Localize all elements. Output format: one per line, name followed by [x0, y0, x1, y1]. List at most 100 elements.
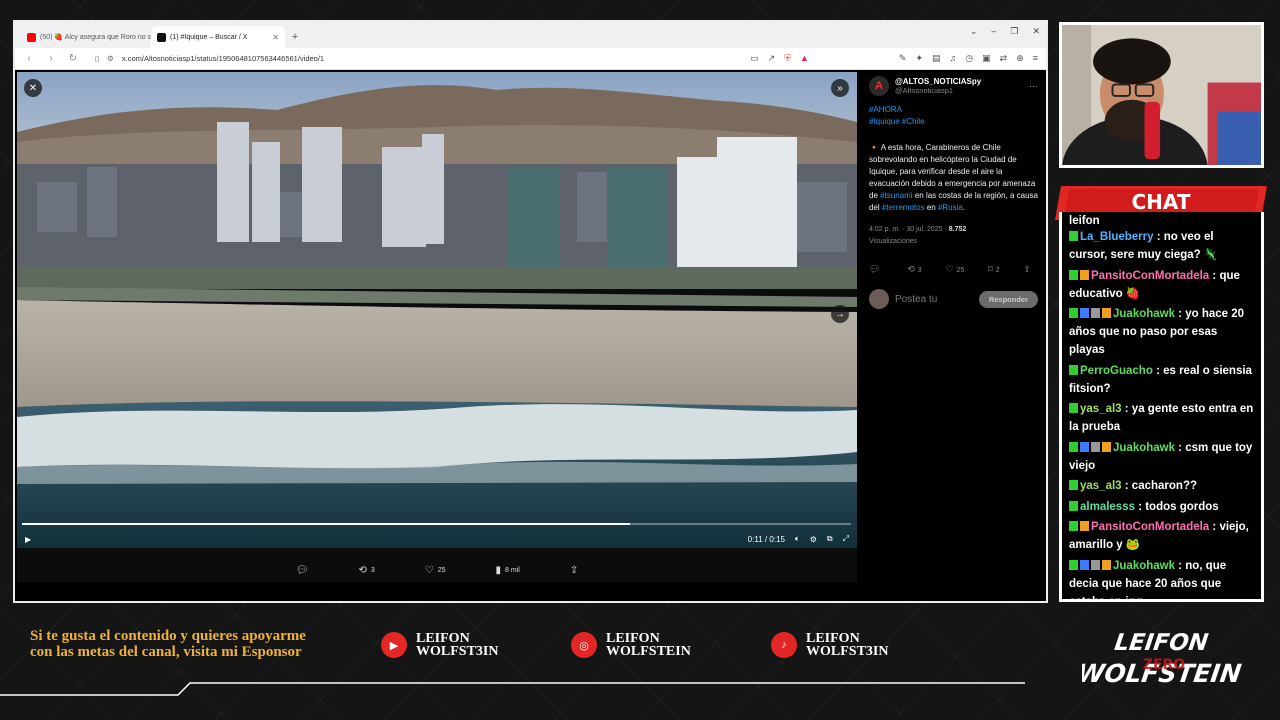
- retweet-button[interactable]: ⟲ 3: [907, 264, 921, 275]
- hashtag-link[interactable]: #Rusia: [938, 203, 963, 212]
- url-field[interactable]: ▯ ⚙ x.com/Altosnoticiasp1/status/1950648…: [89, 51, 740, 67]
- chat-badge-icon: [1080, 521, 1089, 531]
- chat-badge-icon: [1069, 521, 1078, 531]
- video-player[interactable]: ✕ » → ▶ 0:11 / 0:15 🔈︎ ⚙ ⧉ ⤢ 💬︎ ⟲ 3 ♡ 25…: [17, 72, 857, 582]
- menu-icon[interactable]: ≡: [1033, 53, 1038, 64]
- forward-icon[interactable]: ›: [45, 53, 57, 64]
- tweet-meta: 4:02 p. m. · 30 jul. 2025 · 8.752 Visual…: [869, 224, 1038, 248]
- bookmark-button[interactable]: ⌑ 2: [988, 264, 1000, 275]
- extension-icon[interactable]: ✦: [915, 53, 923, 64]
- tab-close-icon[interactable]: ✕: [272, 33, 279, 42]
- author-name[interactable]: @ALTOS_NOTICIASpy: [895, 77, 981, 86]
- chat-username[interactable]: PerroGuacho: [1080, 365, 1153, 377]
- cast-icon[interactable]: ▭: [750, 53, 759, 64]
- tweet-text-part: en: [924, 203, 938, 212]
- video-progress-bar[interactable]: [22, 523, 851, 525]
- chat-badge-icon: [1080, 559, 1089, 570]
- bookmark-icon[interactable]: ▯: [95, 54, 99, 63]
- tweet-panel: A @ALTOS_NOTICIASpy @Altosnoticiasp1 ···…: [861, 70, 1046, 601]
- instagram-icon: ◎: [571, 632, 597, 658]
- author-avatar[interactable]: A: [869, 76, 889, 96]
- music-icon[interactable]: ♫: [950, 53, 957, 64]
- more-options-icon[interactable]: ···: [1029, 81, 1038, 91]
- close-window-button[interactable]: ✕: [1032, 26, 1040, 37]
- hashtag-link[interactable]: #tsunami: [880, 191, 912, 200]
- sidebar-icon[interactable]: ▤: [932, 53, 941, 64]
- like-button[interactable]: ♡ 25: [945, 264, 964, 275]
- play-icon[interactable]: ▶: [25, 535, 31, 544]
- expand-panel-button[interactable]: »: [831, 79, 849, 97]
- share-button[interactable]: ⇪: [1023, 264, 1034, 275]
- reply-composer: Postea tu Responder: [869, 289, 1038, 309]
- chat-username[interactable]: PansitoConMortadela: [1091, 270, 1209, 282]
- settings-icon[interactable]: ⚙: [810, 535, 817, 544]
- retweet-action[interactable]: ⟲ 3: [358, 565, 374, 576]
- hashtag-line[interactable]: #Iquique #Chile: [869, 116, 1038, 128]
- volume-icon[interactable]: 🔈︎: [795, 534, 800, 544]
- chat-badge-icon: [1069, 308, 1078, 318]
- back-icon[interactable]: ‹: [23, 53, 35, 64]
- video-time: 0:11 / 0:15: [747, 534, 785, 544]
- reply-submit-button[interactable]: Responder: [978, 290, 1038, 308]
- minimize-button[interactable]: –: [991, 26, 996, 37]
- youtube-social[interactable]: ▶ LEIFON WOLFST3IN: [381, 632, 499, 659]
- tiktok-social[interactable]: ♪ LEIFON WOLFST3IN: [771, 632, 889, 659]
- brave-shield-icon[interactable]: ⛨: [784, 53, 791, 64]
- hashtag-link[interactable]: #terremotos: [882, 203, 925, 212]
- tiktok-label-line: WOLFST3IN: [806, 644, 889, 659]
- close-media-button[interactable]: ✕: [24, 79, 42, 97]
- hashtag-line[interactable]: #AHORA: [869, 104, 1038, 116]
- tweet-text-part: .: [962, 203, 966, 212]
- logo-overlay-text: ZERO: [1143, 657, 1185, 673]
- next-media-button[interactable]: →: [831, 305, 849, 323]
- chat-username[interactable]: almalesss: [1080, 501, 1135, 513]
- reply-action[interactable]: 💬︎: [296, 565, 309, 576]
- view-count: 8 mil: [505, 566, 520, 574]
- chat-message: PansitoConMortadela : que educativo 🍓: [1069, 267, 1254, 303]
- chat-username[interactable]: Juakohawk: [1113, 442, 1175, 454]
- vpn-icon[interactable]: ⊕: [1016, 53, 1024, 64]
- chat-username[interactable]: Juakohawk: [1113, 308, 1175, 320]
- chat-message: yas_al3 : ya gente esto entra en la prue…: [1069, 400, 1254, 436]
- reply-button[interactable]: 💬︎: [869, 264, 883, 275]
- webcam-feed: [1059, 22, 1264, 168]
- wallet-icon[interactable]: ▣: [982, 53, 991, 64]
- tab-x-search[interactable]: (1) #Iquique – Buscar / X ✕: [151, 26, 285, 48]
- youtube-favicon-icon: [27, 32, 36, 42]
- chat-username[interactable]: Juakohawk: [1113, 560, 1175, 572]
- brave-rewards-icon[interactable]: ▲: [800, 53, 809, 64]
- chat-badge-icon: [1091, 559, 1100, 570]
- tweet-timestamp[interactable]: 4:02 p. m. · 30 jul. 2025 ·: [869, 226, 949, 233]
- tab-search-button[interactable]: ⌄: [970, 26, 978, 37]
- reload-icon[interactable]: ↻: [67, 53, 79, 64]
- translate-icon[interactable]: ⇄: [1000, 53, 1008, 64]
- instagram-social[interactable]: ◎ LEIFON WOLFSTEIN: [571, 632, 691, 659]
- extension-icons: ✎ ✦ ▤ ♫ ◷ ▣ ⇄ ⊕ ≡: [899, 53, 1038, 64]
- pin-icon[interactable]: ✎: [899, 53, 907, 64]
- chat-username[interactable]: La_Blueberry: [1080, 231, 1154, 243]
- history-icon[interactable]: ◷: [965, 53, 973, 64]
- youtube-label: LEIFON WOLFST3IN: [416, 632, 499, 659]
- video-frame-iquique-beach: [17, 72, 857, 548]
- toolbar-icons: ▭ ↗ ⛨ ▲: [750, 53, 809, 64]
- reply-input[interactable]: Postea tu: [895, 294, 973, 305]
- author-handle[interactable]: @Altosnoticiasp1: [895, 86, 981, 95]
- fullscreen-icon[interactable]: ⤢: [843, 534, 849, 544]
- tiktok-icon: ♪: [771, 632, 797, 658]
- tab-youtube[interactable]: (50) 🍓 Alcy asegura que Roro no se ✕: [21, 26, 151, 48]
- share-action[interactable]: ⇪: [570, 565, 578, 576]
- new-tab-button[interactable]: +: [285, 26, 305, 48]
- picture-in-picture-icon[interactable]: ⧉: [827, 534, 833, 544]
- views-action[interactable]: ▮ 8 mil: [496, 565, 520, 576]
- youtube-label-line: WOLFST3IN: [416, 644, 499, 659]
- chat-username[interactable]: yas_al3: [1080, 403, 1122, 415]
- site-settings-icon[interactable]: ⚙: [107, 54, 114, 63]
- chat-username[interactable]: PansitoConMortadela: [1091, 521, 1209, 533]
- share-icon[interactable]: ↗: [768, 53, 776, 64]
- chat-text: : todos gordos: [1138, 500, 1219, 513]
- arrow-right-icon: →: [835, 308, 845, 320]
- maximize-button[interactable]: ❐: [1010, 26, 1018, 37]
- like-action[interactable]: ♡ 25: [425, 565, 446, 576]
- heart-icon: ♡: [424, 564, 434, 576]
- chat-username[interactable]: yas_al3: [1080, 480, 1122, 492]
